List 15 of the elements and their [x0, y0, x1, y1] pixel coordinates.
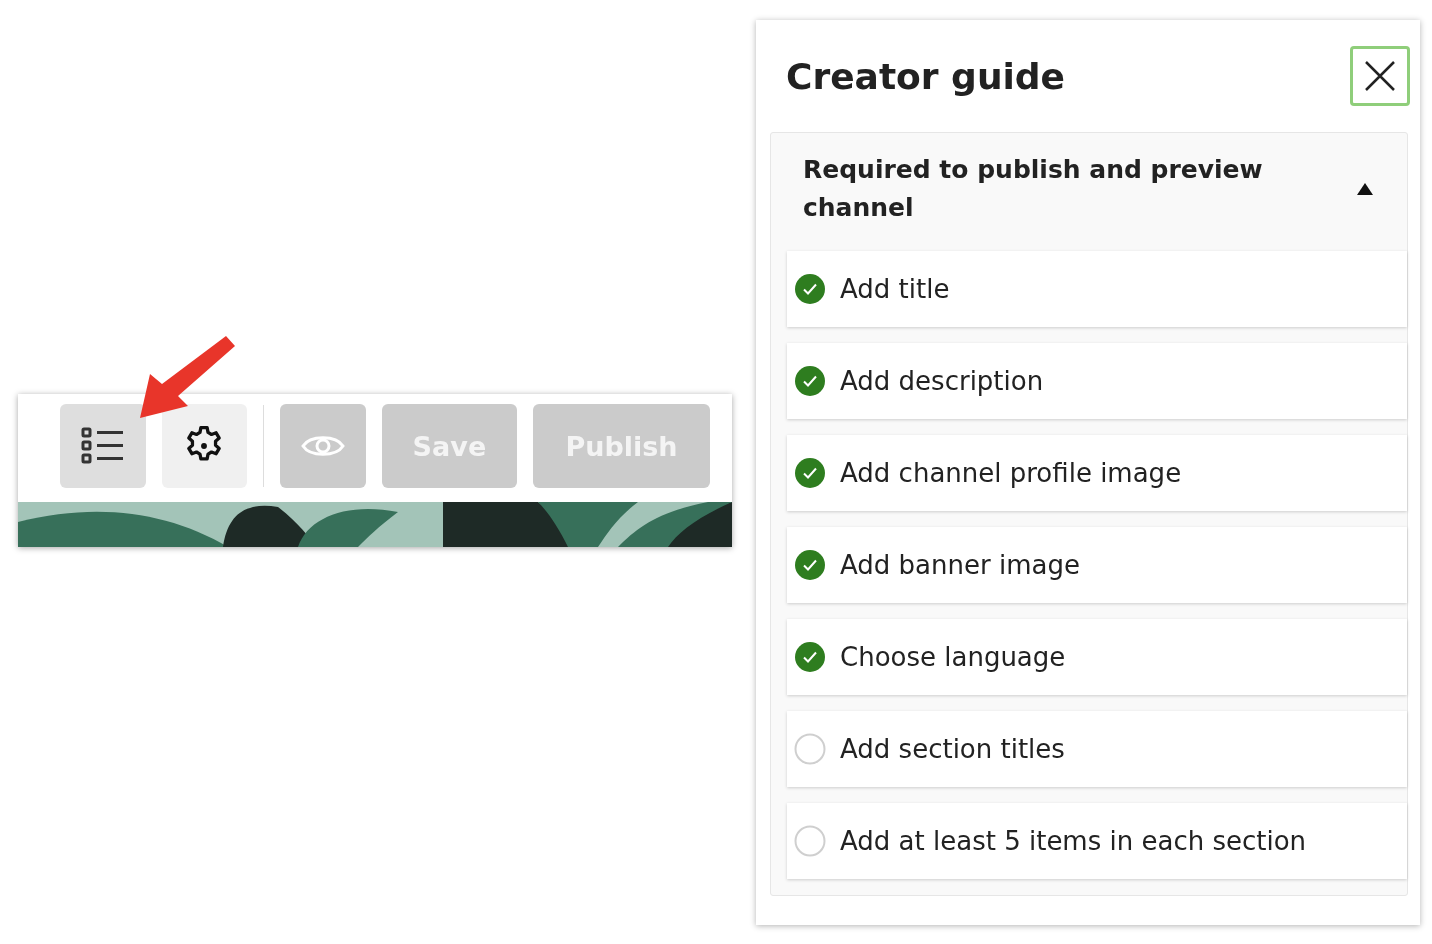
item-label: Add banner image [840, 550, 1080, 580]
list-icon [80, 426, 125, 466]
item-label: Add title [840, 274, 950, 304]
item-label: Choose language [840, 642, 1066, 672]
item-label: Add at least 5 items in each section [840, 826, 1307, 856]
close-icon [1364, 60, 1396, 92]
collapse-icon [1357, 183, 1373, 195]
item-label: Add channel profile image [840, 458, 1182, 488]
item-label: Add description [840, 366, 1044, 396]
close-button[interactable] [1350, 46, 1410, 106]
panel-title: Creator guide [786, 55, 1066, 97]
item-label: Add section titles [840, 734, 1065, 764]
settings-button[interactable] [161, 404, 248, 488]
section-header[interactable]: Required to publish and preview channel [771, 133, 1407, 247]
checklist-button[interactable] [60, 404, 146, 488]
